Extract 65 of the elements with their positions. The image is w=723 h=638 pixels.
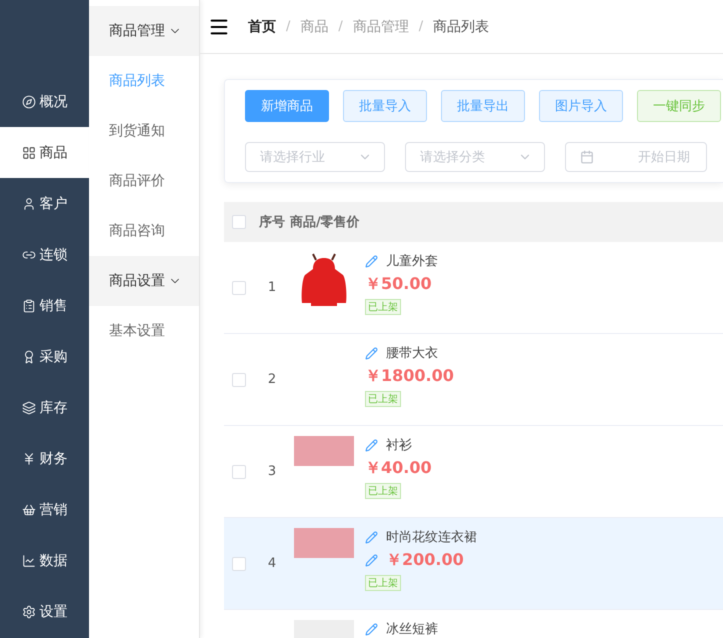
row-number: 1 xyxy=(266,280,278,295)
row-number: 4 xyxy=(266,556,278,571)
pencil-icon[interactable] xyxy=(365,530,378,544)
status-tag: 已上架 xyxy=(365,299,401,315)
product-price: ￥50.00 xyxy=(365,274,432,295)
checkbox[interactable] xyxy=(232,556,246,570)
product-name: 儿童外套 xyxy=(386,253,438,270)
nav-item[interactable]: 连锁 xyxy=(0,229,89,280)
layers-icon xyxy=(22,400,36,414)
jacket-drawing xyxy=(299,252,349,308)
product-price: ￥200.00 xyxy=(386,550,464,571)
breadcrumb-item[interactable]: 首页 xyxy=(248,18,276,36)
nav-item[interactable]: 数据 xyxy=(0,535,89,586)
checkbox[interactable] xyxy=(232,280,246,294)
nav-item[interactable]: 客户 xyxy=(0,178,89,229)
user-icon xyxy=(22,196,36,210)
submenu-item[interactable]: 基本设置 xyxy=(89,306,199,356)
basket-icon xyxy=(22,502,36,516)
breadcrumb-separator: / xyxy=(286,19,290,34)
status-tag: 已上架 xyxy=(365,483,401,499)
pencil-icon[interactable] xyxy=(365,438,378,452)
pencil-icon[interactable] xyxy=(365,554,378,567)
table-row[interactable]: 4 时尚花纹连衣裙 ￥200.00 已上架 xyxy=(224,518,723,610)
column-header: 商品/零售价 xyxy=(290,214,360,231)
line-chart-icon xyxy=(22,554,36,568)
column-header: 序号 xyxy=(258,214,286,231)
product-price: ￥1800.00 xyxy=(365,366,454,387)
nav-item[interactable]: 营销 xyxy=(0,484,89,535)
breadcrumb-separator: / xyxy=(418,19,424,34)
calendar-icon xyxy=(580,150,594,164)
checkbox[interactable] xyxy=(232,464,246,478)
submenu-item[interactable]: 到货通知 xyxy=(89,106,199,156)
nav-item[interactable]: 商品 xyxy=(0,127,89,178)
nav-item[interactable]: 库存 xyxy=(0,382,89,433)
photo-placeholder xyxy=(294,528,354,558)
nav-item[interactable]: 财务 xyxy=(0,433,89,484)
checkbox[interactable] xyxy=(232,215,246,229)
product-name: 时尚花纹连衣裙 xyxy=(386,529,477,546)
status-tag: 已上架 xyxy=(365,575,401,591)
submenu-group[interactable]: 商品设置 xyxy=(89,256,199,306)
breadcrumb-item: 商品列表 xyxy=(433,18,490,36)
submenu-item[interactable]: 商品评价 xyxy=(89,156,199,206)
nav-item[interactable]: 销售 xyxy=(0,280,89,331)
submenu-group[interactable]: 商品管理 xyxy=(89,6,199,56)
checkbox[interactable] xyxy=(232,372,246,386)
clipboard-icon xyxy=(22,298,36,312)
pencil-icon[interactable] xyxy=(365,254,378,268)
photo-placeholder xyxy=(294,436,354,466)
status-tag: 已上架 xyxy=(365,391,401,407)
product-name: 冰丝短裤 xyxy=(386,621,438,638)
breadcrumb-separator: / xyxy=(338,19,343,34)
pencil-icon[interactable] xyxy=(365,346,378,360)
settings-icon xyxy=(22,604,36,618)
product-name: 衬衫 xyxy=(386,437,412,454)
submenu-item[interactable]: 商品咨询 xyxy=(89,206,199,256)
compass-icon xyxy=(22,94,36,108)
pencil-icon[interactable] xyxy=(365,622,378,636)
product-price: ￥40.00 xyxy=(365,458,432,479)
grid-icon xyxy=(22,146,36,160)
nav-item[interactable]: 概况 xyxy=(0,76,89,127)
nav-item[interactable]: 采购 xyxy=(0,331,89,382)
row-number: 3 xyxy=(266,464,278,479)
product-name: 腰带大衣 xyxy=(386,345,438,362)
nav-item[interactable]: 设置 xyxy=(0,586,89,637)
row-number: 2 xyxy=(266,372,278,387)
